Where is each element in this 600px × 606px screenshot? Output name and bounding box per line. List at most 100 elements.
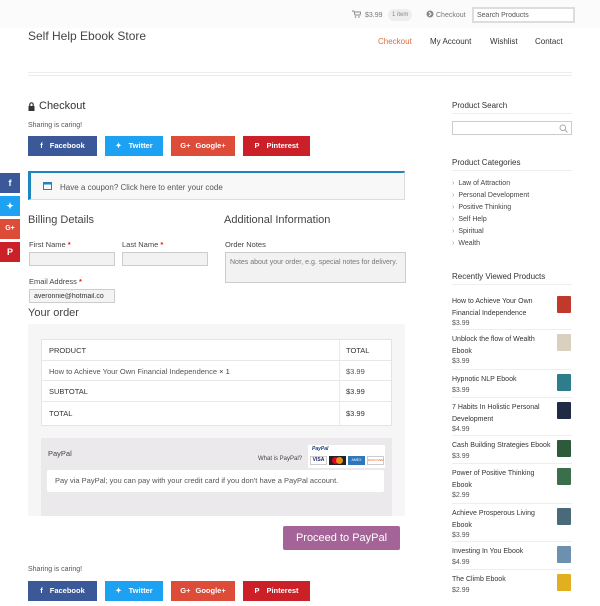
category-spiritual[interactable]: › Spiritual bbox=[452, 228, 484, 235]
recent-product-price: $3.99 bbox=[452, 387, 470, 394]
top-bar: $3.99 1 item Checkout bbox=[0, 0, 600, 28]
recent-product-title[interactable]: Power of Positive Thinking Ebook bbox=[452, 468, 552, 491]
recent-product-title[interactable]: How to Achieve Your Own Financial Indepe… bbox=[452, 296, 552, 319]
recent-product-title[interactable]: Hypnotic NLP Ebook bbox=[452, 374, 552, 386]
calendar-icon bbox=[43, 181, 52, 192]
chevron-right-icon: › bbox=[452, 240, 455, 247]
sidebar-divider bbox=[452, 284, 572, 285]
recent-product-thumbnail[interactable] bbox=[557, 374, 571, 391]
recent-product-title[interactable]: Cash Building Strategies Ebook bbox=[452, 440, 552, 452]
chevron-right-icon: › bbox=[452, 192, 455, 199]
row-divider bbox=[42, 380, 391, 381]
coupon-notice[interactable]: Have a coupon? Click here to enter your … bbox=[28, 171, 405, 200]
header-divider bbox=[28, 72, 572, 73]
cart-count-badge[interactable]: 1 item bbox=[388, 9, 413, 21]
visa-logo: VISA bbox=[310, 456, 327, 465]
payment-method-paypal[interactable]: PayPal bbox=[48, 449, 72, 458]
last-name-label: Last Name * bbox=[122, 240, 164, 249]
recent-product-thumbnail[interactable] bbox=[557, 546, 571, 563]
recent-product-title[interactable]: The Climb Ebook bbox=[452, 574, 552, 586]
recent-product-thumbnail[interactable] bbox=[557, 508, 571, 525]
checkout-arrow-icon bbox=[426, 10, 434, 20]
topbar-search-input[interactable] bbox=[472, 7, 575, 23]
cart-total[interactable]: $3.99 bbox=[365, 11, 383, 20]
product-search-heading: Product Search bbox=[452, 101, 508, 110]
nav-my-account[interactable]: My Account bbox=[430, 37, 471, 46]
table-column-divider bbox=[339, 340, 340, 425]
proceed-to-paypal-button[interactable]: Proceed to PayPal bbox=[283, 526, 400, 550]
side-share-googleplus[interactable]: G+ bbox=[0, 219, 20, 239]
what-is-paypal-link[interactable]: What is PayPal? bbox=[258, 456, 302, 462]
side-share-pinterest[interactable]: P bbox=[0, 242, 20, 262]
col-total-header: TOTAL bbox=[346, 346, 370, 355]
share-twitter-button[interactable]: ✦ Twitter bbox=[105, 136, 163, 156]
recent-product-divider bbox=[452, 329, 572, 330]
share-facebook-button-bottom[interactable]: f Facebook bbox=[28, 581, 97, 601]
sharing-text: Sharing is caring! bbox=[28, 122, 83, 129]
recent-product-divider bbox=[452, 541, 572, 542]
chevron-right-icon: › bbox=[452, 180, 455, 187]
search-icon[interactable] bbox=[559, 124, 568, 135]
additional-info-heading: Additional Information bbox=[224, 214, 331, 226]
category-personal-development[interactable]: › Personal Development bbox=[452, 192, 529, 199]
category-law-of-attraction[interactable]: › Law of Attraction bbox=[452, 180, 510, 187]
recent-product-title[interactable]: Unblock the flow of Wealth Ebook bbox=[452, 334, 552, 357]
nav-contact[interactable]: Contact bbox=[535, 37, 563, 46]
billing-heading: Billing Details bbox=[28, 214, 95, 226]
product-search-input[interactable] bbox=[452, 121, 572, 135]
twitter-icon: ✦ bbox=[6, 201, 14, 211]
email-field[interactable] bbox=[29, 289, 115, 303]
subtotal-label: SUBTOTAL bbox=[49, 387, 88, 396]
share-facebook-button[interactable]: f Facebook bbox=[28, 136, 97, 156]
recent-product-divider bbox=[452, 569, 572, 570]
order-item-total: $3.99 bbox=[346, 367, 365, 376]
recent-product-thumbnail[interactable] bbox=[557, 574, 571, 591]
sharing-text-bottom: Sharing is caring! bbox=[28, 566, 83, 573]
order-notes-label: Order Notes bbox=[225, 240, 266, 249]
nav-checkout[interactable]: Checkout bbox=[378, 37, 412, 46]
subtotal-value: $3.99 bbox=[346, 387, 365, 396]
order-table: PRODUCT TOTAL How to Achieve Your Own Fi… bbox=[41, 339, 392, 426]
recent-product-price: $4.99 bbox=[452, 559, 470, 566]
coupon-text[interactable]: Have a coupon? Click here to enter your … bbox=[60, 183, 223, 192]
total-value: $3.99 bbox=[346, 409, 365, 418]
nav-wishlist[interactable]: Wishlist bbox=[490, 37, 518, 46]
category-self-help[interactable]: › Self Help bbox=[452, 216, 487, 223]
sidebar-divider bbox=[452, 113, 572, 114]
side-share-facebook[interactable]: f bbox=[0, 173, 20, 193]
topbar-checkout-link[interactable]: Checkout bbox=[436, 11, 466, 20]
share-pinterest-button[interactable]: P Pinterest bbox=[243, 136, 310, 156]
amex-logo: AMEX bbox=[348, 456, 365, 465]
recent-product-thumbnail[interactable] bbox=[557, 440, 571, 457]
recent-product-divider bbox=[452, 397, 572, 398]
cart-icon[interactable] bbox=[352, 10, 362, 20]
recent-product-divider bbox=[452, 435, 572, 436]
recent-product-thumbnail[interactable] bbox=[557, 402, 571, 419]
share-googleplus-button-bottom[interactable]: G+ Google+ bbox=[171, 581, 235, 601]
googleplus-icon: G+ bbox=[180, 586, 191, 595]
recent-product-thumbnail[interactable] bbox=[557, 334, 571, 351]
lock-icon bbox=[28, 102, 35, 113]
category-positive-thinking[interactable]: › Positive Thinking bbox=[452, 204, 511, 211]
recent-product-title[interactable]: Investing In You Ebook bbox=[452, 546, 552, 558]
share-pinterest-button-bottom[interactable]: P Pinterest bbox=[243, 581, 310, 601]
site-title[interactable]: Self Help Ebook Store bbox=[28, 29, 146, 43]
first-name-field[interactable] bbox=[29, 252, 115, 266]
order-notes-field[interactable] bbox=[225, 252, 406, 283]
recent-product-thumbnail[interactable] bbox=[557, 468, 571, 485]
googleplus-icon: G+ bbox=[5, 225, 15, 232]
share-googleplus-button[interactable]: G+ Google+ bbox=[171, 136, 235, 156]
row-divider bbox=[42, 401, 391, 402]
recent-product-title[interactable]: 7 Habits In Holistic Personal Developmen… bbox=[452, 402, 552, 425]
total-label: TOTAL bbox=[49, 409, 73, 418]
category-wealth[interactable]: › Wealth bbox=[452, 240, 480, 247]
side-share-twitter[interactable]: ✦ bbox=[0, 196, 20, 216]
recent-product-title[interactable]: Achieve Prosperous Living Ebook bbox=[452, 508, 552, 531]
recent-product-divider bbox=[452, 463, 572, 464]
share-twitter-button-bottom[interactable]: ✦ Twitter bbox=[105, 581, 163, 601]
last-name-field[interactable] bbox=[122, 252, 208, 266]
recent-product-price: $2.99 bbox=[452, 587, 470, 594]
page-title: Checkout bbox=[39, 100, 86, 112]
recent-product-thumbnail[interactable] bbox=[557, 296, 571, 313]
recently-viewed-heading: Recently Viewed Products bbox=[452, 272, 546, 281]
